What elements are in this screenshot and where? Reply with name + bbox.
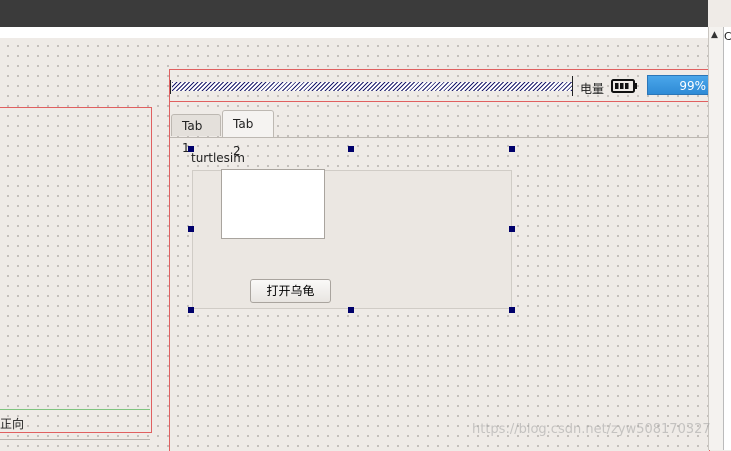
selection-handle-middle-right[interactable] <box>509 226 515 232</box>
progress-slider-track[interactable] <box>172 82 572 91</box>
selection-handle-top-left[interactable] <box>188 146 194 152</box>
left-separator <box>0 439 150 440</box>
turtlesim-display-area <box>221 169 325 239</box>
selection-handle-bottom-left[interactable] <box>188 307 194 313</box>
group-title: turtlesim <box>191 151 245 165</box>
tab-2[interactable]: Tab 2 <box>222 110 274 158</box>
menu-strip <box>0 27 708 38</box>
selection-handle-top-right[interactable] <box>509 146 515 152</box>
selection-handle-top-center[interactable] <box>348 146 354 152</box>
watermark: https://blog.csdn.net/zyw508170327 <box>472 422 711 437</box>
battery-label: 电量 <box>580 82 605 96</box>
battery-percent-bar: 99% <box>647 75 708 95</box>
tab-bar-baseline <box>170 137 708 138</box>
direction-label: 正向 <box>0 417 25 431</box>
side-dock-panel <box>723 27 731 450</box>
selection-handle-bottom-right[interactable] <box>509 307 515 313</box>
selection-handle-bottom-center[interactable] <box>348 307 354 313</box>
left-separator-green <box>0 409 150 410</box>
dock-title: C <box>724 30 731 43</box>
selection-handle-middle-left[interactable] <box>188 226 194 232</box>
open-turtle-button[interactable]: 打开乌龟 <box>250 279 331 303</box>
battery-icon <box>611 79 638 96</box>
scroll-up-arrow-icon[interactable]: ▲ <box>711 30 718 40</box>
window-title-bar <box>0 0 708 27</box>
progress-left-marker <box>170 80 171 94</box>
progress-slider-handle[interactable] <box>572 76 573 96</box>
tab-1[interactable]: Tab 1 <box>171 114 221 155</box>
left-layout-frame[interactable] <box>0 107 152 433</box>
vertical-scrollbar[interactable] <box>708 27 724 450</box>
